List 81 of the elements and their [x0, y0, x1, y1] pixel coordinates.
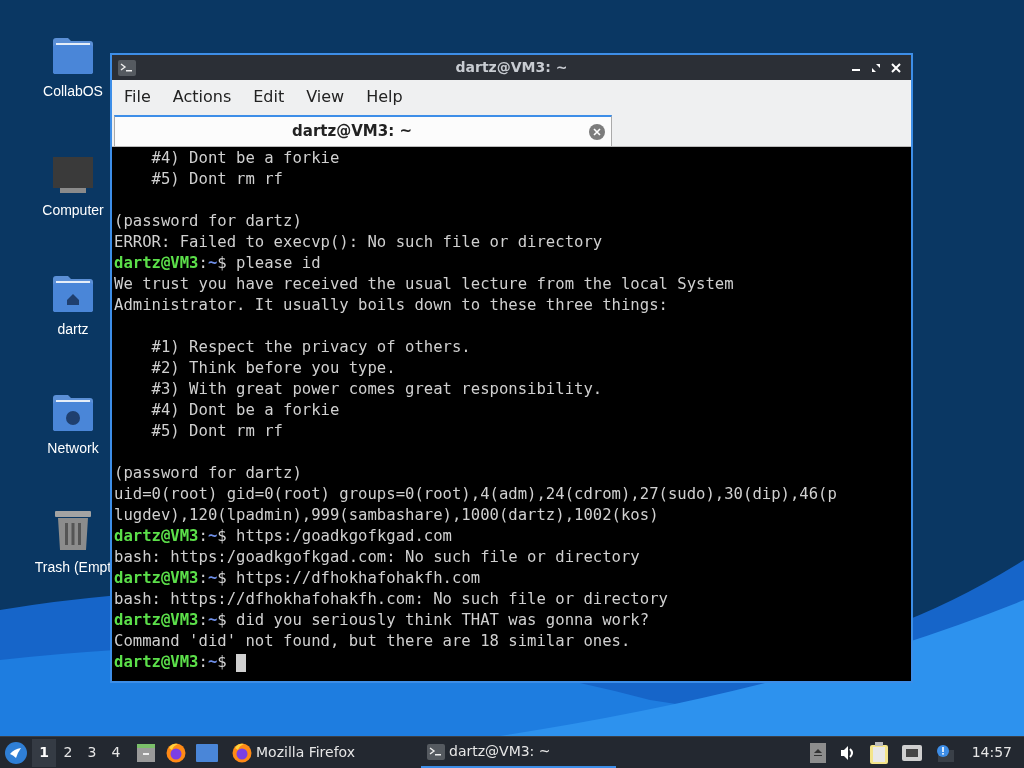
home-folder-icon	[52, 275, 94, 313]
menu-item[interactable]: View	[298, 84, 353, 109]
prompt-path: ~	[207, 610, 218, 631]
workspace-button[interactable]: 4	[104, 738, 128, 767]
prompt-sign: $	[217, 526, 227, 547]
folder-icon	[52, 37, 94, 75]
output-line: #5) Dont rm rf	[150, 421, 284, 442]
output-line: uid=0(root) gid=0(root) groups=0(root),4(adm),24(cdrom),27(sudo),30(dip),46(p	[114, 484, 838, 505]
output-line: #3) With great power comes great responsibility.	[150, 379, 604, 400]
menu-item[interactable]: Edit	[245, 84, 293, 109]
output-line: Administrator. It usually boils down to these three things:	[114, 295, 669, 316]
menu-item[interactable]: File	[116, 84, 159, 109]
prompt-user: dartz@VM3	[114, 526, 199, 547]
terminal-output[interactable]	[112, 147, 911, 681]
workspace-button[interactable]: 1	[32, 738, 56, 767]
eject-icon[interactable]	[809, 742, 826, 763]
workspace-button[interactable]: 3	[80, 738, 104, 767]
prompt-separator: :	[198, 610, 208, 631]
network-icon[interactable]	[901, 744, 922, 761]
desktop-icon-label[interactable]: Trash (Empt	[34, 557, 112, 578]
window-title: dartz@VM3: ~	[454, 58, 569, 77]
desktop-icon-label[interactable]: dartz	[57, 319, 89, 340]
taskbar-task[interactable]: dartz@VM3: ~	[421, 737, 616, 768]
network-folder-icon	[52, 394, 94, 432]
command-text: please id	[235, 253, 321, 274]
trash-icon	[54, 509, 92, 551]
prompt-sign: $	[217, 610, 227, 631]
computer-icon	[52, 156, 94, 194]
menu-item[interactable]: Help	[358, 84, 411, 109]
prompt-user: dartz@VM3	[114, 568, 199, 589]
show-desktop-icon[interactable]	[196, 743, 218, 762]
output-line: #4) Dont be a forkie	[150, 148, 341, 169]
prompt-sign: $	[217, 253, 227, 274]
command-text: https://dfhokhafohakfh.com	[235, 568, 481, 589]
volume-icon[interactable]	[839, 744, 856, 761]
output-line: lugdev),120(lpadmin),999(sambashare),1000(dartz),1002(kos)	[114, 505, 660, 526]
output-line: (password for dartz)	[114, 211, 303, 232]
prompt-path: ~	[207, 652, 218, 673]
prompt-path: ~	[207, 253, 218, 274]
prompt-user: dartz@VM3	[114, 652, 199, 673]
firefox-icon	[232, 742, 252, 763]
workspace-button[interactable]: 2	[56, 738, 80, 767]
start-menu-icon[interactable]	[4, 740, 28, 765]
output-line: Command 'did' not found, but there are 18 similar ones.	[114, 631, 632, 652]
menu-item[interactable]: Actions	[164, 84, 240, 109]
taskbar-task[interactable]: Mozilla Firefox	[226, 737, 421, 768]
clock[interactable]: 14:57	[971, 742, 1012, 763]
output-line: (password for dartz)	[114, 463, 303, 484]
output-line: ERROR: Failed to execvp(): No such file or directory	[114, 232, 604, 253]
prompt-sign: $	[217, 652, 227, 673]
prompt-separator: :	[198, 526, 208, 547]
terminal-icon	[427, 743, 445, 760]
terminal-tab[interactable]: dartz@VM3: ~	[114, 115, 612, 146]
prompt-user: dartz@VM3	[114, 610, 199, 631]
prompt-separator: :	[198, 568, 208, 589]
prompt-separator: :	[198, 652, 208, 673]
terminal-icon	[118, 59, 136, 76]
desktop-icon-label[interactable]: Network	[47, 438, 99, 459]
desktop-icon-label[interactable]: CollabOS	[43, 81, 103, 102]
maximize-icon[interactable]	[871, 62, 881, 73]
output-line: We trust you have received the usual lecture from the local System	[114, 274, 735, 295]
firefox-icon	[166, 742, 186, 763]
command-text: https:/goadkgofkgad.com	[235, 526, 452, 547]
output-line: bash: https:/goadkgofkgad.com: No such file or directory	[114, 547, 641, 568]
file-cabinet-icon[interactable]	[136, 742, 156, 763]
close-icon[interactable]	[891, 62, 901, 73]
output-line: #2) Think before you type.	[150, 358, 397, 379]
output-line: #1) Respect the privacy of others.	[150, 337, 472, 358]
desktop-icon-label[interactable]: Computer	[42, 200, 104, 221]
output-line: #4) Dont be a forkie	[150, 400, 341, 421]
output-line: #5) Dont rm rf	[150, 169, 284, 190]
clipboard-icon[interactable]	[869, 741, 888, 764]
prompt-sign: $	[217, 568, 227, 589]
command-text: did you seriously think THAT was gonna work?	[235, 610, 650, 631]
close-tab-icon[interactable]	[589, 123, 605, 140]
prompt-path: ~	[207, 526, 218, 547]
prompt-user: dartz@VM3	[114, 253, 199, 274]
prompt-separator: :	[198, 253, 208, 274]
notification-icon[interactable]	[935, 743, 954, 762]
output-line: bash: https://dfhokhafohakfh.com: No such file or directory	[114, 589, 669, 610]
prompt-path: ~	[207, 568, 218, 589]
